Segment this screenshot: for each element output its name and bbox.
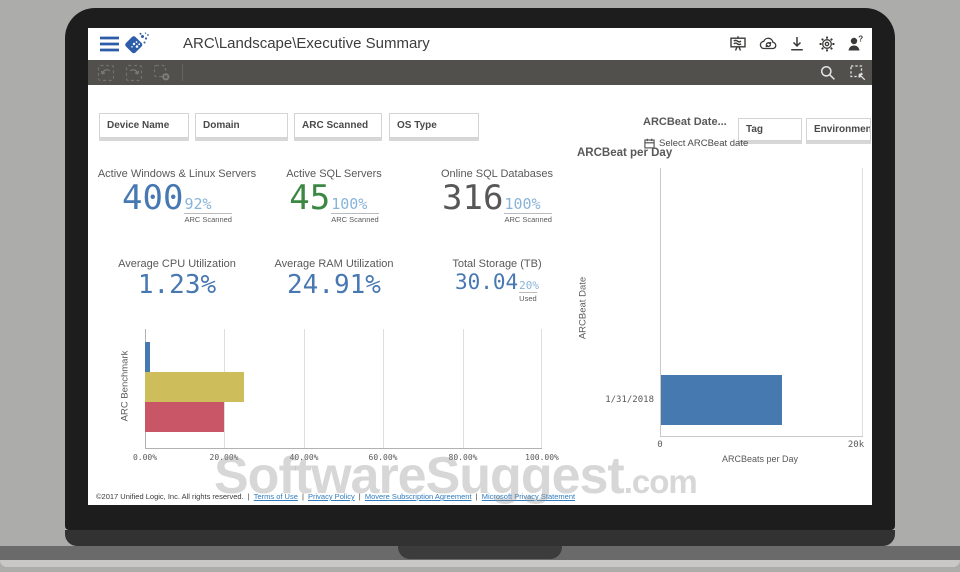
bar-ram[interactable]: [145, 372, 244, 402]
arc-benchmark-chart[interactable]: [145, 329, 542, 449]
storytelling-icon[interactable]: [728, 34, 748, 54]
gridline: [383, 329, 385, 448]
kpi-value: 24.91%: [287, 270, 381, 300]
kpi-active-windows-linux-servers[interactable]: Active Windows & Linux Servers 400 92% AR…: [92, 168, 262, 224]
kpi-value: 30.04: [454, 270, 519, 294]
bar-storage[interactable]: [145, 402, 225, 432]
laptop-hinge: [65, 530, 895, 546]
kpi-average-cpu-utilization[interactable]: Average CPU Utilization 1.23%: [92, 258, 262, 300]
kpi-value: 45: [289, 178, 331, 218]
download-icon[interactable]: [787, 34, 807, 54]
x-tick: 0: [657, 440, 663, 450]
kpi-percent: 92%: [184, 195, 212, 213]
arcbeat-y-axis-label: ARCBeat Date: [577, 276, 589, 340]
filter-environment[interactable]: Environment: [806, 118, 871, 141]
settings-icon[interactable]: [817, 34, 837, 54]
laptop-mockup: ARC\Landscape\Executive Summary ? Device…: [0, 0, 960, 572]
link-movere-subscription-agreement[interactable]: Movere Subscription Agreement: [365, 492, 472, 501]
movere-logo: [124, 32, 150, 61]
filter-arc-scanned[interactable]: ARC Scanned: [294, 113, 382, 138]
kpi-total-storage[interactable]: Total Storage (TB) 30.04 20% Used: [412, 258, 582, 303]
link-privacy-policy[interactable]: Privacy Policy: [308, 492, 355, 501]
filter-os-type[interactable]: OS Type: [389, 113, 479, 138]
page-title: ARC\Landscape\Executive Summary: [183, 35, 430, 52]
kpi-online-sql-databases[interactable]: Online SQL Databases 316 100% ARC Scanned: [412, 168, 582, 224]
filter-device-name[interactable]: Device Name: [99, 113, 189, 138]
arcbeat-chart-title: ARCBeat per Day: [577, 147, 673, 159]
kpi-active-sql-servers[interactable]: Active SQL Servers 45 100% ARC Scanned: [249, 168, 419, 224]
kpi-value: 400: [122, 178, 184, 218]
footer: ©2017 Unified Logic, Inc. All rights res…: [96, 492, 576, 501]
app-header: ARC\Landscape\Executive Summary ?: [88, 28, 872, 61]
kpi-value: 1.23%: [137, 270, 217, 300]
copyright-text: ©2017 Unified Logic, Inc. All rights res…: [96, 492, 244, 501]
bar-arcbeats[interactable]: [661, 375, 783, 425]
clear-selections-icon[interactable]: [152, 63, 172, 83]
app-window: ARC\Landscape\Executive Summary ? Device…: [88, 28, 872, 505]
gridline: [462, 329, 464, 448]
kpi-average-ram-utilization[interactable]: Average RAM Utilization 24.91%: [249, 258, 419, 300]
x-tick: 0.00%: [132, 453, 158, 462]
link-microsoft-privacy-statement[interactable]: Microsoft Privacy Statement: [482, 492, 575, 501]
y-category-label: 1/31/2018: [605, 395, 654, 405]
kpi-percent: 100%: [504, 195, 541, 213]
arc-benchmark-y-axis-label: ARC Benchmark: [119, 350, 131, 422]
undo-icon[interactable]: [96, 63, 116, 83]
x-tick: 80.00%: [448, 453, 478, 462]
bar-cpu[interactable]: [145, 342, 150, 372]
x-tick: 40.00%: [289, 453, 319, 462]
x-tick: 20k: [847, 440, 865, 450]
cloud-sync-icon[interactable]: [758, 34, 778, 54]
selection-icon[interactable]: [848, 63, 868, 83]
selections-toolbar: [88, 60, 872, 85]
arcbeat-chart[interactable]: [660, 168, 863, 437]
gridline: [541, 329, 542, 448]
kpi-percent: 20%: [519, 279, 540, 292]
search-icon[interactable]: [818, 63, 838, 83]
x-tick: 100.00%: [525, 453, 559, 462]
toolbar-divider: [182, 64, 183, 81]
laptop-base-notch: [398, 546, 562, 559]
x-tick: 20.00%: [209, 453, 239, 462]
svg-text:?: ?: [858, 35, 863, 44]
redo-icon[interactable]: [124, 63, 144, 83]
filter-domain[interactable]: Domain: [195, 113, 288, 138]
link-terms-of-use[interactable]: Terms of Use: [254, 492, 298, 501]
arcbeat-date-label: ARCBeat Date...: [643, 116, 727, 128]
gridline: [862, 168, 863, 436]
help-profile-icon[interactable]: ?: [845, 34, 865, 54]
x-tick: 60.00%: [368, 453, 398, 462]
laptop-base-edge: [0, 560, 960, 567]
kpi-value: 316: [442, 178, 504, 218]
gridline: [303, 329, 305, 448]
kpi-percent: 100%: [331, 195, 368, 213]
arcbeat-x-axis-label: ARCBeats per Day: [721, 454, 799, 464]
menu-icon[interactable]: [100, 36, 120, 56]
